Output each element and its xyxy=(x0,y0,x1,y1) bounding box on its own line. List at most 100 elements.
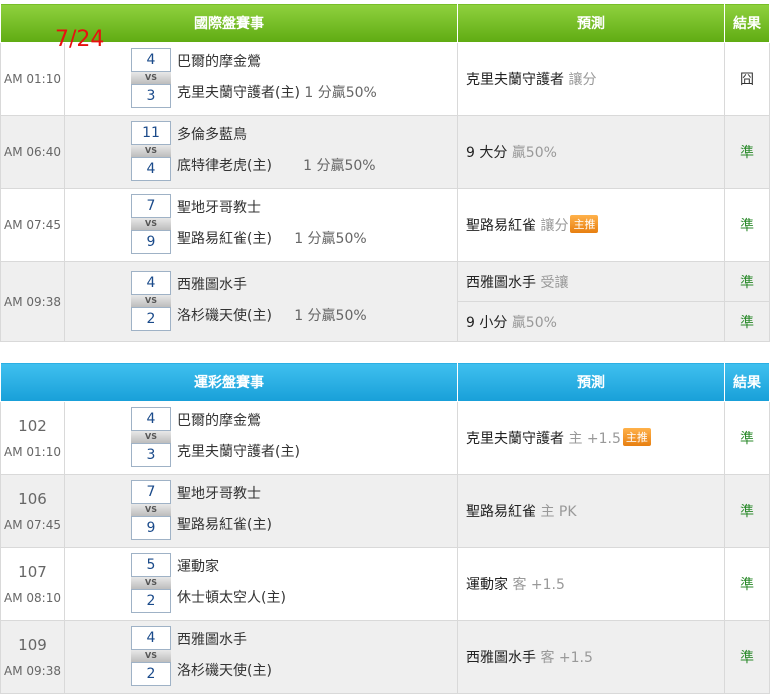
result: 準 xyxy=(724,620,770,694)
result: 準 xyxy=(724,188,770,262)
prediction: 聖路易紅雀 讓分 主推 xyxy=(457,188,725,262)
away-team[interactable]: 運動家 xyxy=(177,556,219,576)
home-team[interactable]: 聖路易紅雀(主) xyxy=(177,514,272,534)
intl-res-header: 結果 xyxy=(724,3,770,43)
away-team[interactable]: 巴爾的摩金鶯 xyxy=(177,410,261,430)
home-team[interactable]: 洛杉磯天使(主) xyxy=(177,308,272,324)
match-time-cell: 102 AM 01:10 xyxy=(0,401,65,475)
match-time-cell: 106 AM 07:45 xyxy=(0,474,65,548)
prediction: 運動家 客 +1.5 xyxy=(457,547,725,621)
pred-sub: 客 +1.5 xyxy=(512,577,565,593)
match-cell: 4 VS 2 西雅圖水手 洛杉磯天使(主) xyxy=(64,620,458,694)
away-team[interactable]: 多倫多藍鳥 xyxy=(177,124,247,144)
date-label: 7/24 xyxy=(55,27,105,52)
home-team[interactable]: 休士頓太空人(主) xyxy=(177,587,286,607)
game-number: 107 xyxy=(18,563,47,581)
away-team[interactable]: 聖地牙哥教士 xyxy=(177,483,261,503)
pred-main: 聖路易紅雀 xyxy=(466,504,536,520)
pred-sub: 受讓 xyxy=(540,274,569,291)
result: 準 xyxy=(724,547,770,621)
prediction: 西雅圖水手 受讓 xyxy=(457,261,725,302)
match-cell: 4 VS 3 巴爾的摩金鶯 克里夫蘭守護者(主) 1 分贏50% xyxy=(64,42,458,116)
prediction: 西雅圖水手 客 +1.5 xyxy=(457,620,725,694)
table-row: 102 AM 01:10 4 VS 3 巴爾的摩金鶯 克里夫蘭守護者(主) 克里夫… xyxy=(0,401,770,475)
score-box: 4 VS 3 xyxy=(131,407,171,469)
spread-result: 1 分贏50% xyxy=(303,158,376,174)
lottery-pred-header: 預測 xyxy=(457,362,725,402)
vs-label: VS xyxy=(131,577,171,589)
away-score: 4 xyxy=(131,407,171,431)
pred-sub: 主 +1.5 xyxy=(568,431,621,447)
pred-sub: 贏50% xyxy=(511,314,557,331)
pred-main: 西雅圖水手 xyxy=(466,650,536,666)
score-box: 7 VS 9 xyxy=(131,480,171,542)
pred-sub: 客 +1.5 xyxy=(540,650,593,666)
prediction: 9 大分 贏50% xyxy=(457,115,725,189)
away-team[interactable]: 西雅圖水手 xyxy=(177,629,247,649)
result: 準 xyxy=(724,115,770,189)
lottery-table: 運彩盤賽事 預測 結果 102 AM 01:10 4 VS 3 巴爾的摩金鶯 克里… xyxy=(0,362,770,694)
result: 囧 xyxy=(724,42,770,116)
score-box: 4 VS 2 xyxy=(131,270,171,333)
match-time: AM 09:38 xyxy=(4,664,61,678)
home-score: 3 xyxy=(131,443,171,467)
home-team[interactable]: 聖路易紅雀(主) xyxy=(177,231,272,247)
home-team[interactable]: 克里夫蘭守護者(主) xyxy=(177,85,300,101)
away-team[interactable]: 聖地牙哥教士 xyxy=(177,197,261,217)
match-time-cell: 109 AM 09:38 xyxy=(0,620,65,694)
table-row: AM 06:40 11 VS 4 多倫多藍鳥 底特律老虎(主) 1 分贏50% … xyxy=(0,115,770,189)
result: 準 xyxy=(724,474,770,548)
table-row: AM 01:10 4 VS 3 巴爾的摩金鶯 克里夫蘭守護者(主) 1 分贏50… xyxy=(0,42,770,116)
match-time: AM 01:10 xyxy=(0,42,65,116)
pred-main: 克里夫蘭守護者 xyxy=(466,431,564,447)
score-box: 4 VS 2 xyxy=(131,626,171,688)
result: 準 xyxy=(724,261,770,302)
away-team[interactable]: 西雅圖水手 xyxy=(177,274,247,294)
home-score: 4 xyxy=(131,157,171,181)
home-team[interactable]: 底特律老虎(主) xyxy=(177,158,272,174)
match-time: AM 09:38 xyxy=(0,261,65,342)
pred-main: 運動家 xyxy=(466,577,508,593)
vs-label: VS xyxy=(131,218,171,230)
vs-label: VS xyxy=(131,650,171,662)
match-time: AM 07:45 xyxy=(0,188,65,262)
match-cell: 5 VS 2 運動家 休士頓太空人(主) xyxy=(64,547,458,621)
vs-label: VS xyxy=(131,294,171,307)
score-box: 4 VS 3 xyxy=(131,48,171,110)
away-score: 4 xyxy=(131,48,171,72)
pred-sub: 主 PK xyxy=(540,504,577,520)
away-score: 4 xyxy=(131,270,171,295)
away-team[interactable]: 巴爾的摩金鶯 xyxy=(177,51,261,71)
pred-main: 西雅圖水手 xyxy=(466,274,536,291)
away-score: 7 xyxy=(131,480,171,504)
result: 準 xyxy=(724,301,770,342)
result: 準 xyxy=(724,401,770,475)
home-score: 2 xyxy=(131,662,171,686)
game-number: 109 xyxy=(18,636,47,654)
lottery-header: 運彩盤賽事 預測 結果 xyxy=(0,362,770,402)
match-time: AM 08:10 xyxy=(4,591,61,605)
home-score: 2 xyxy=(131,589,171,613)
home-team[interactable]: 洛杉磯天使(主) xyxy=(177,660,272,680)
intl-table: 國際盤賽事 預測 結果 AM 01:10 4 VS 3 巴爾的摩金鶯 克里夫蘭守… xyxy=(0,3,770,342)
match-cell: 4 VS 2 西雅圖水手 洛杉磯天使(主) 1 分贏50% xyxy=(64,261,458,342)
match-cell: 7 VS 9 聖地牙哥教士 聖路易紅雀(主) xyxy=(64,474,458,548)
home-team[interactable]: 克里夫蘭守護者(主) xyxy=(177,441,300,461)
intl-header: 國際盤賽事 預測 結果 xyxy=(0,3,770,43)
pred-main: 聖路易紅雀 xyxy=(466,218,536,234)
prediction: 克里夫蘭守護者 主 +1.5 主推 xyxy=(457,401,725,475)
score-box: 11 VS 4 xyxy=(131,121,171,183)
score-box: 5 VS 2 xyxy=(131,553,171,615)
pred-sub: 讓分 xyxy=(540,218,569,234)
prediction: 9 小分 贏50% xyxy=(457,301,725,342)
home-score: 9 xyxy=(131,230,171,254)
spread-result: 1 分贏50% xyxy=(294,231,367,247)
game-number: 102 xyxy=(18,417,47,435)
top-pick-badge: 主推 xyxy=(622,428,651,446)
pred-sub: 贏50% xyxy=(511,145,557,161)
home-score: 2 xyxy=(131,306,171,331)
pred-sub: 讓分 xyxy=(568,72,597,88)
away-score: 11 xyxy=(131,121,171,145)
table-row: 106 AM 07:45 7 VS 9 聖地牙哥教士 聖路易紅雀(主) 聖路易紅雀… xyxy=(0,474,770,548)
table-row: AM 09:38 4 VS 2 西雅圖水手 洛杉磯天使(主) 1 分贏50% 西… xyxy=(0,261,770,342)
